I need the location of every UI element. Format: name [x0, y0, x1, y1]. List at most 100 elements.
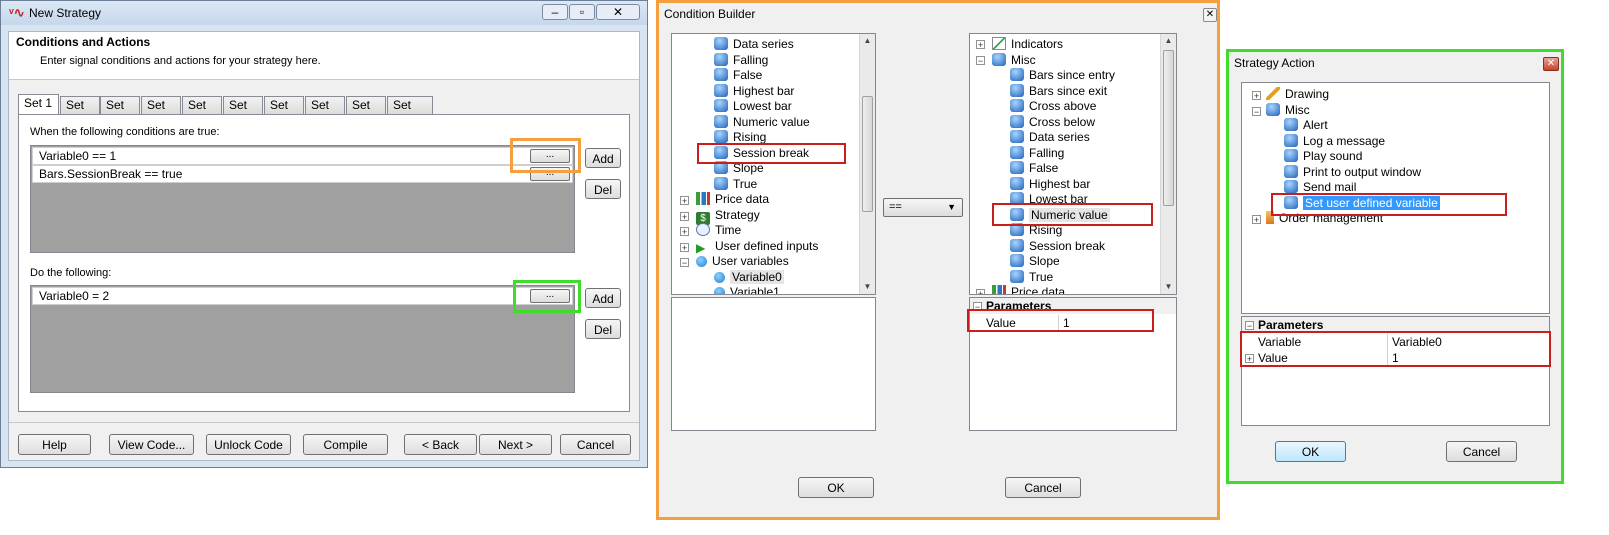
tab-set-4[interactable]: Set 4 [141, 96, 181, 129]
help-button[interactable]: Help [18, 434, 91, 455]
tab-set-9[interactable]: Set 9 [346, 96, 386, 129]
tree-item[interactable]: Bars since entry [1010, 67, 1115, 83]
right-tree-scrollbar[interactable]: ▲ ▼ [1160, 34, 1176, 294]
del-action-button[interactable]: Del [585, 319, 621, 339]
operator-select[interactable]: == ▼ [883, 198, 963, 217]
tab-set-1[interactable]: Set 1 [18, 94, 59, 114]
tree-item[interactable]: True [1010, 269, 1053, 285]
collapse-icon[interactable]: − [1252, 107, 1261, 117]
cancel-button[interactable]: Cancel [1446, 441, 1517, 462]
cancel-button[interactable]: Cancel [1005, 477, 1081, 498]
tree-item-variable0[interactable]: Variable0 [714, 269, 784, 285]
database-icon [714, 53, 728, 66]
tab-set-10[interactable]: Set 10 [387, 96, 433, 129]
tree-item[interactable]: Slope [1010, 253, 1060, 269]
tree-item[interactable]: Numeric value [714, 114, 810, 130]
tab-set-7[interactable]: Set 7 [264, 96, 304, 129]
next-button[interactable]: Next > [479, 434, 552, 455]
tree-item-price-data[interactable]: Price data [696, 191, 769, 207]
unlock-code-button[interactable]: Unlock Code [206, 434, 291, 455]
tree-item-misc[interactable]: Misc [992, 52, 1036, 68]
compile-button[interactable]: Compile [303, 434, 388, 455]
new-strategy-titlebar[interactable]: ᵛ∿ New Strategy – ▫ ✕ [1, 1, 647, 25]
scroll-up-icon[interactable]: ▲ [1161, 34, 1176, 48]
tree-item-drawing[interactable]: Drawing [1266, 86, 1329, 102]
tree-item[interactable]: Play sound [1284, 148, 1362, 164]
tab-set-3[interactable]: Set 3 [100, 96, 140, 129]
expand-icon[interactable]: + [680, 243, 689, 253]
tree-item-indicators[interactable]: Indicators [992, 36, 1063, 52]
expand-icon[interactable]: + [680, 212, 689, 222]
tree-item[interactable]: Bars since exit [1010, 83, 1107, 99]
expand-icon[interactable]: + [976, 289, 985, 294]
scroll-thumb[interactable] [1163, 50, 1174, 206]
tree-item[interactable]: Alert [1284, 117, 1328, 133]
variable-icon [696, 256, 707, 267]
ok-button[interactable]: OK [798, 477, 874, 498]
tab-set-2[interactable]: Set 2 [60, 96, 100, 129]
expand-icon[interactable]: + [1252, 215, 1261, 225]
close-icon[interactable]: ✕ [1203, 8, 1217, 22]
scroll-down-icon[interactable]: ▼ [860, 280, 875, 294]
strategy-action-titlebar[interactable]: Strategy Action ✕ [1229, 52, 1561, 74]
tree-item-time[interactable]: Time [696, 222, 741, 238]
close-icon[interactable]: ✕ [1543, 57, 1559, 71]
tree-item[interactable]: False [1010, 160, 1058, 176]
expand-icon[interactable]: + [680, 227, 689, 237]
strategy-action-window: Strategy Action ✕ + Drawing − Misc Alert… [1226, 49, 1564, 484]
condition-row[interactable]: Variable0 == 1 ... [32, 147, 573, 165]
tree-item-user-inputs[interactable]: ▶ User defined inputs [696, 238, 818, 255]
left-operand-tree[interactable]: Data series Falling False Highest bar Lo… [671, 33, 876, 295]
tab-set-6[interactable]: Set 6 [223, 96, 263, 129]
tree-item[interactable]: Data series [714, 36, 794, 52]
action-row[interactable]: Variable0 = 2 ... [32, 287, 573, 305]
maximize-button[interactable]: ▫ [569, 4, 595, 20]
actions-list[interactable]: Variable0 = 2 ... [30, 285, 575, 393]
conditions-list[interactable]: Variable0 == 1 ... Bars.SessionBreak == … [30, 145, 575, 253]
tree-item[interactable]: Log a message [1284, 133, 1385, 149]
add-condition-button[interactable]: Add [585, 148, 621, 168]
condition-builder-titlebar[interactable]: Condition Builder ✕ [659, 3, 1217, 25]
tree-item[interactable]: Cross above [1010, 98, 1096, 114]
tree-item-user-variables[interactable]: User variables [696, 253, 789, 269]
tab-set-5[interactable]: Set 5 [182, 96, 222, 129]
back-button[interactable]: < Back [404, 434, 477, 455]
tree-item-variable1[interactable]: Variable1 [714, 284, 780, 294]
cancel-button[interactable]: Cancel [560, 434, 631, 455]
tree-item[interactable]: False [714, 67, 762, 83]
left-tree-scrollbar[interactable]: ▲ ▼ [859, 34, 875, 294]
header-panel: Conditions and Actions Enter signal cond… [9, 32, 639, 80]
scroll-up-icon[interactable]: ▲ [860, 34, 875, 48]
scroll-down-icon[interactable]: ▼ [1161, 280, 1176, 294]
view-code-button[interactable]: View Code... [109, 434, 194, 455]
database-icon [714, 177, 728, 190]
expand-icon[interactable]: + [680, 196, 689, 206]
expand-icon[interactable]: + [1252, 91, 1261, 101]
condition-row[interactable]: Bars.SessionBreak == true ... [32, 165, 573, 183]
collapse-icon[interactable]: − [976, 56, 985, 66]
add-action-button[interactable]: Add [585, 288, 621, 308]
scroll-thumb[interactable] [862, 96, 873, 212]
collapse-icon[interactable]: − [1245, 321, 1254, 331]
minimize-button[interactable]: – [542, 4, 568, 20]
tree-item[interactable]: True [714, 176, 757, 192]
tree-item[interactable]: Print to output window [1284, 164, 1421, 180]
tree-item[interactable]: Data series [1010, 129, 1090, 145]
tree-item[interactable]: Highest bar [1010, 176, 1090, 192]
expand-icon[interactable]: + [976, 40, 985, 50]
tree-item[interactable]: Cross below [1010, 114, 1095, 130]
tree-item[interactable]: Falling [1010, 145, 1064, 161]
tree-item[interactable]: Lowest bar [714, 98, 792, 114]
tree-item[interactable]: Highest bar [714, 83, 794, 99]
tree-item-price-data[interactable]: Price data [992, 284, 1065, 294]
ok-button[interactable]: OK [1275, 441, 1346, 462]
tab-set-8[interactable]: Set 8 [305, 96, 345, 129]
right-operand-tree[interactable]: + Indicators − Misc Bars since entry Bar… [969, 33, 1177, 295]
del-condition-button[interactable]: Del [585, 179, 621, 199]
collapse-icon[interactable]: − [680, 258, 689, 268]
tree-item-strategy[interactable]: $ Strategy [696, 207, 760, 225]
close-button[interactable]: ✕ [596, 4, 640, 20]
tree-item[interactable]: Session break [1010, 238, 1105, 254]
tree-item-misc[interactable]: Misc [1266, 102, 1310, 118]
tree-item[interactable]: Falling [714, 52, 768, 68]
